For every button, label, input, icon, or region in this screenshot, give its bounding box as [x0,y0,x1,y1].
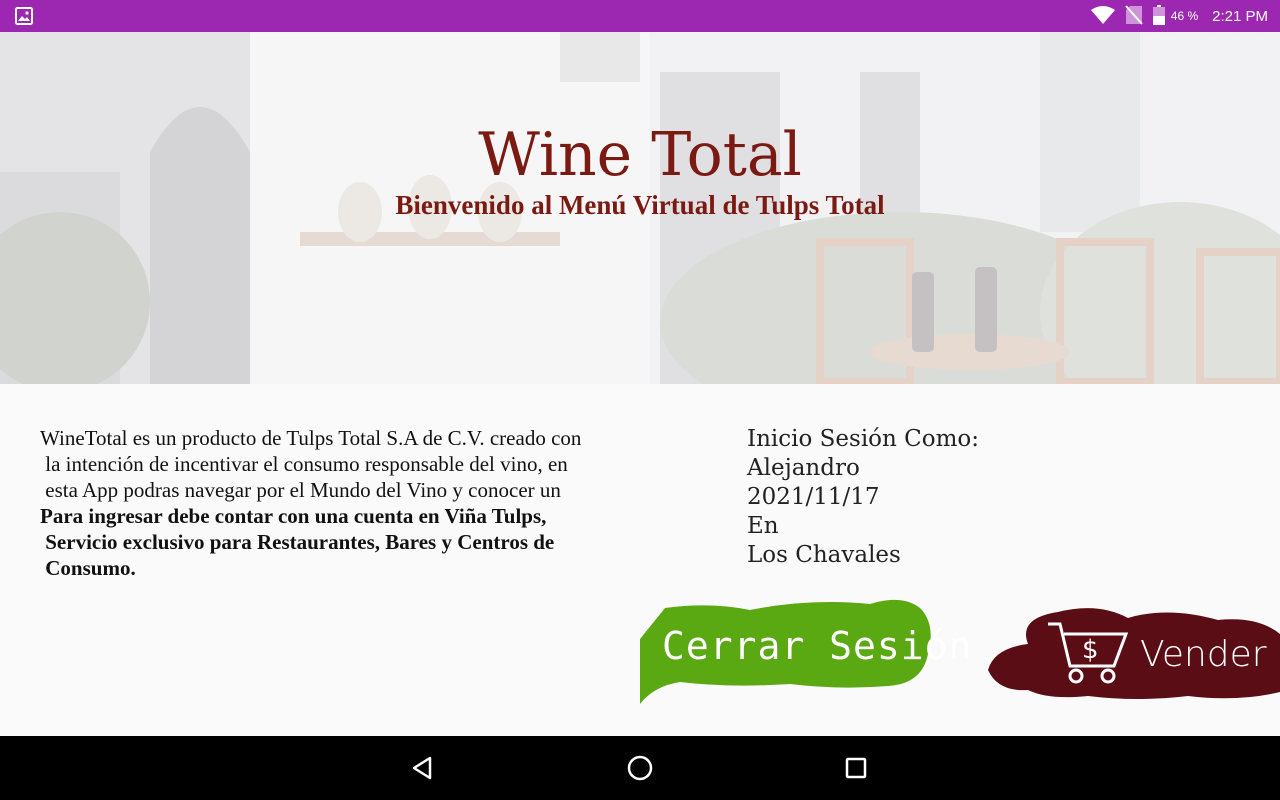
app-title: Wine Total [478,120,802,190]
recents-icon[interactable] [840,752,872,784]
description-line: esta App podras navegar por el Mundo del… [40,478,561,502]
sell-button[interactable]: $ Vender [988,600,1280,702]
cart-dollar-icon: $ [1048,622,1129,684]
session-place: Los Chavales [747,542,901,568]
home-icon[interactable] [624,752,656,784]
app-subtitle: Bienvenido al Menú Virtual de Tulps Tota… [395,190,885,220]
description-bold-line: Servicio exclusivo para Restaurantes, Ba… [40,530,555,554]
session-info: Inicio Sesión Como: Alejandro 2021/11/17… [747,425,979,570]
sell-button-label: Vender [1140,634,1267,675]
image-icon [15,7,33,30]
session-date: 2021/11/17 [747,484,880,510]
logout-button[interactable]: Cerrar Sesión [640,594,971,704]
session-user: Alejandro [747,455,860,481]
description-bold-line: Para ingresar debe contar con una cuenta… [40,504,547,528]
no-sim-icon [1125,4,1143,28]
clock: 2:21 PM [1212,7,1268,25]
app-description: WineTotal es un producto de Tulps Total … [40,425,600,581]
description-line: WineTotal es un producto de Tulps Total … [40,426,582,450]
battery-percent: 46 % [1170,9,1199,23]
svg-text:$: $ [1082,635,1099,665]
description-line: la intención de incentivar el consumo re… [40,452,568,476]
header-banner: Wine Total Bienvenido al Menú Virtual de… [0,32,1280,384]
battery-icon [1152,4,1165,28]
back-icon[interactable] [408,752,440,784]
system-navigation-bar [0,736,1280,800]
logout-button-label: Cerrar Sesión [662,624,973,668]
session-label: Inicio Sesión Como: [747,426,979,452]
session-preposition: En [747,513,779,539]
description-bold-line: Consumo. [40,556,136,580]
status-bar: 46 % 2:21 PM [0,0,1280,32]
wifi-icon [1090,5,1115,27]
